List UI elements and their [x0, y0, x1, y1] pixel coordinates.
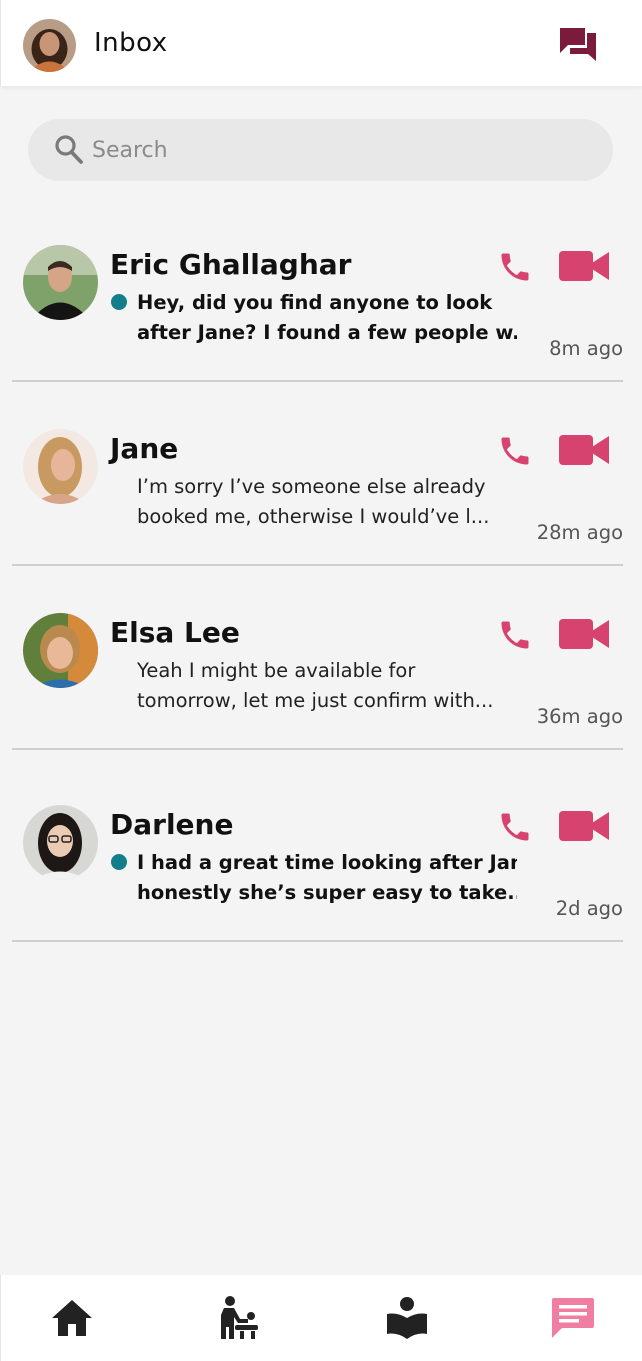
conversation-item[interactable]: Jane I’m sorry I’ve someone else already…	[0, 429, 642, 613]
timestamp: 2d ago	[555, 897, 623, 920]
phone-icon[interactable]	[497, 433, 533, 469]
divider	[12, 748, 623, 750]
message-preview: Yeah I might be available for tomorrow, …	[137, 659, 494, 712]
user-avatar[interactable]	[23, 19, 76, 72]
nav-babysitting[interactable]	[179, 1275, 299, 1361]
search-bar[interactable]	[28, 119, 613, 181]
contact-name: Eric Ghallaghar	[110, 248, 352, 281]
unread-indicator	[111, 854, 127, 870]
bottom-navigation	[0, 1275, 642, 1361]
divider	[12, 380, 623, 382]
conversation-item[interactable]: Eric Ghallaghar Hey, did you find anyone…	[0, 245, 642, 429]
nav-messages[interactable]	[513, 1275, 633, 1361]
divider	[12, 940, 623, 942]
video-camera-icon[interactable]	[559, 435, 609, 465]
conversation-item[interactable]: Darlene I had a great time looking after…	[0, 805, 642, 989]
timestamp: 28m ago	[536, 521, 623, 544]
avatar	[23, 805, 98, 880]
conversations-icon[interactable]	[557, 25, 599, 65]
video-camera-icon[interactable]	[559, 811, 609, 841]
message-preview: Hey, did you find anyone to look after J…	[137, 291, 517, 344]
reading-person-icon	[387, 1297, 427, 1339]
phone-icon[interactable]	[497, 809, 533, 845]
nav-learning[interactable]	[347, 1275, 467, 1361]
conversation-item[interactable]: Elsa Lee Yeah I might be available for t…	[0, 613, 642, 797]
avatar	[23, 429, 98, 504]
chat-message-icon	[552, 1298, 594, 1338]
contact-name: Jane	[110, 432, 179, 465]
divider	[12, 564, 623, 566]
message-preview: I’m sorry I’ve someone else already book…	[137, 475, 490, 528]
timestamp: 36m ago	[536, 705, 623, 728]
home-icon	[52, 1300, 92, 1336]
baby-changing-icon	[221, 1296, 258, 1339]
nav-home[interactable]	[12, 1275, 132, 1361]
avatar	[23, 245, 98, 320]
contact-name: Elsa Lee	[110, 616, 240, 649]
message-preview: I had a great time looking after Jane, h…	[137, 851, 517, 904]
timestamp: 8m ago	[549, 337, 623, 360]
app-header: Inbox	[0, 0, 642, 86]
video-camera-icon[interactable]	[559, 251, 609, 281]
unread-indicator	[111, 294, 127, 310]
contact-name: Darlene	[110, 808, 234, 841]
phone-icon[interactable]	[497, 249, 533, 285]
phone-icon[interactable]	[497, 617, 533, 653]
video-camera-icon[interactable]	[559, 619, 609, 649]
search-icon	[54, 134, 84, 166]
page-title: Inbox	[94, 28, 168, 58]
search-input[interactable]	[92, 119, 592, 181]
avatar	[23, 613, 98, 688]
